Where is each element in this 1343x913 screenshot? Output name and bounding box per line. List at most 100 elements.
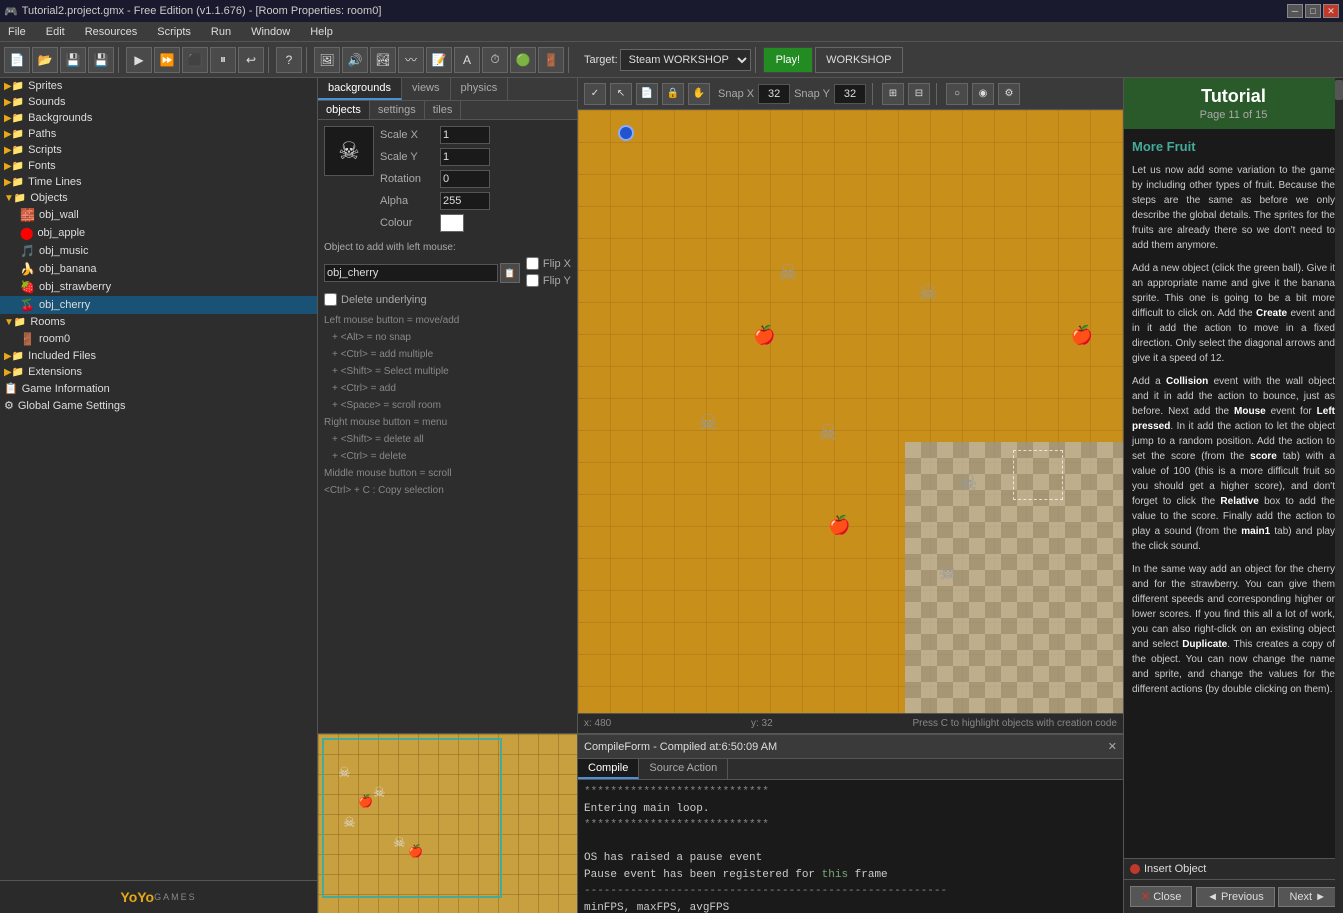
tree-timelines-label: Time Lines xyxy=(28,176,81,188)
pause-button[interactable]: ⏸ xyxy=(210,47,236,73)
tree-obj-strawberry-label: obj_strawberry xyxy=(39,281,111,293)
add-script-button[interactable]: 📝 xyxy=(426,47,452,73)
restart-button[interactable]: ↩ xyxy=(238,47,264,73)
play-button[interactable]: Play! xyxy=(763,47,813,73)
canvas-toolbar: ✓ ↖ 📄 🔒 ✋ Snap X Snap Y ⊞ ⊟ ○ ◉ ⚙ xyxy=(578,78,1123,110)
add-path-button[interactable]: 〰 xyxy=(398,47,424,73)
menu-help[interactable]: Help xyxy=(306,24,337,40)
tree-room0[interactable]: 🚪 room0 xyxy=(0,330,317,348)
tree-backgrounds[interactable]: ▶📁 Backgrounds xyxy=(0,110,317,126)
minimize-button[interactable]: ─ xyxy=(1287,4,1303,18)
next-button[interactable]: Next ► xyxy=(1278,887,1337,907)
subtab-tiles[interactable]: tiles xyxy=(425,101,462,119)
target-select[interactable]: Steam WORKSHOP xyxy=(620,49,751,71)
compile-tabs: Compile Source Action xyxy=(578,759,1123,780)
tree-sounds[interactable]: ▶📁 Sounds xyxy=(0,94,317,110)
tree-obj-wall[interactable]: 🧱 obj_wall xyxy=(0,206,317,224)
sprite-apple-3: 🍎 xyxy=(1071,325,1093,346)
tree-sprites[interactable]: ▶📁 Sprites xyxy=(0,78,317,94)
canvas-add-button[interactable]: 📄 xyxy=(636,83,658,105)
canvas-grid-toggle[interactable]: ⊟ xyxy=(908,83,930,105)
canvas-view3-button[interactable]: ⚙ xyxy=(998,83,1020,105)
scale-y-input[interactable] xyxy=(440,148,490,166)
save-as-button[interactable]: 💾 xyxy=(88,47,114,73)
save-button[interactable]: 💾 xyxy=(60,47,86,73)
add-room-button[interactable]: 🚪 xyxy=(538,47,564,73)
tab-physics[interactable]: physics xyxy=(451,78,509,100)
open-button[interactable]: 📂 xyxy=(32,47,58,73)
prev-button[interactable]: ◄ Previous xyxy=(1196,887,1275,907)
tree-obj-cherry-label: obj_cherry xyxy=(39,299,90,311)
canvas-view-button[interactable]: ○ xyxy=(946,83,968,105)
compile-tab-compile[interactable]: Compile xyxy=(578,759,639,779)
tree-global-settings[interactable]: ⚙ Global Game Settings xyxy=(0,397,317,414)
menu-scripts[interactable]: Scripts xyxy=(153,24,195,40)
add-sprite-button[interactable]: 🖼 xyxy=(314,47,340,73)
snap-x-input[interactable] xyxy=(758,84,790,104)
canvas-pointer-button[interactable]: ↖ xyxy=(610,83,632,105)
close-button[interactable]: ✕ xyxy=(1323,4,1339,18)
scale-x-field: Scale X xyxy=(380,126,571,144)
alpha-input[interactable] xyxy=(440,192,490,210)
colour-picker[interactable] xyxy=(440,214,464,232)
object-select-button[interactable]: 📋 xyxy=(500,263,520,283)
menu-edit[interactable]: Edit xyxy=(42,24,69,40)
folder-icon: ▶📁 xyxy=(4,97,24,108)
flip-y-checkbox[interactable] xyxy=(526,274,539,287)
menu-resources[interactable]: Resources xyxy=(81,24,142,40)
tab-backgrounds[interactable]: backgrounds xyxy=(318,78,402,100)
tree-paths[interactable]: ▶📁 Paths xyxy=(0,126,317,142)
maximize-button[interactable]: □ xyxy=(1305,4,1321,18)
tree-obj-banana[interactable]: 🍌 obj_banana xyxy=(0,260,317,278)
canvas-grid-button[interactable]: ⊞ xyxy=(882,83,904,105)
tree-included-files[interactable]: ▶📁 Included Files xyxy=(0,348,317,364)
canvas-move-button[interactable]: ✓ xyxy=(584,83,606,105)
subtab-settings[interactable]: settings xyxy=(370,101,425,119)
tree-obj-music[interactable]: 🎵 obj_music xyxy=(0,242,317,260)
add-font-button[interactable]: A xyxy=(454,47,480,73)
object-name-input[interactable] xyxy=(324,264,498,282)
tree-extensions[interactable]: ▶📁 Extensions xyxy=(0,364,317,380)
canvas-move2-button[interactable]: ✋ xyxy=(688,83,710,105)
snap-y-input[interactable] xyxy=(834,84,866,104)
tree-obj-strawberry[interactable]: 🍓 obj_strawberry xyxy=(0,278,317,296)
subtab-objects[interactable]: objects xyxy=(318,101,370,119)
compile-tab-source[interactable]: Source Action xyxy=(639,759,728,779)
sprite-skull-6: ☠ xyxy=(938,560,958,586)
tree-rooms[interactable]: ▼📁 Rooms xyxy=(0,314,317,330)
add-sound-button[interactable]: 🔊 xyxy=(342,47,368,73)
add-object-button[interactable]: 🟢 xyxy=(510,47,536,73)
compile-line-entering: Entering main loop. xyxy=(584,801,1117,818)
delete-underlying-checkbox[interactable] xyxy=(324,293,337,306)
compile-close-button[interactable]: ✕ xyxy=(1108,740,1117,753)
tree-scripts[interactable]: ▶📁 Scripts xyxy=(0,142,317,158)
step-button[interactable]: ⏩ xyxy=(154,47,180,73)
canvas-view2-button[interactable]: ◉ xyxy=(972,83,994,105)
play-run-button[interactable]: ▶ xyxy=(126,47,152,73)
tree-timelines[interactable]: ▶📁 Time Lines xyxy=(0,174,317,190)
add-bg-button[interactable]: 🏞 xyxy=(370,47,396,73)
rotation-input[interactable] xyxy=(440,170,490,188)
tree-included-files-label: Included Files xyxy=(28,350,96,362)
menu-window[interactable]: Window xyxy=(247,24,294,40)
tree-game-information[interactable]: 📋 Game Information xyxy=(0,380,317,397)
tree-extensions-label: Extensions xyxy=(28,366,82,378)
stop-button[interactable]: ⬛ xyxy=(182,47,208,73)
menu-file[interactable]: File xyxy=(4,24,30,40)
new-button[interactable]: 📄 xyxy=(4,47,30,73)
menu-run[interactable]: Run xyxy=(207,24,235,40)
sprite-skull-5: ☠ xyxy=(958,470,978,496)
help-button[interactable]: ? xyxy=(276,47,302,73)
tree-obj-cherry[interactable]: 🍒 obj_cherry xyxy=(0,296,317,314)
add-timeline-button[interactable]: ⏱ xyxy=(482,47,508,73)
workshop-button[interactable]: WORKSHOP xyxy=(815,47,902,73)
tutorial-scrollbar-thumb[interactable] xyxy=(1335,80,1343,100)
tab-views[interactable]: views xyxy=(402,78,451,100)
tree-objects[interactable]: ▼📁 Objects xyxy=(0,190,317,206)
tree-fonts[interactable]: ▶📁 Fonts xyxy=(0,158,317,174)
canvas-lock-button[interactable]: 🔒 xyxy=(662,83,684,105)
scale-x-input[interactable] xyxy=(440,126,490,144)
close-tutorial-button[interactable]: ✕ Close xyxy=(1130,886,1192,907)
tree-obj-apple[interactable]: ⬤ obj_apple xyxy=(0,224,317,242)
flip-x-checkbox[interactable] xyxy=(526,257,539,270)
